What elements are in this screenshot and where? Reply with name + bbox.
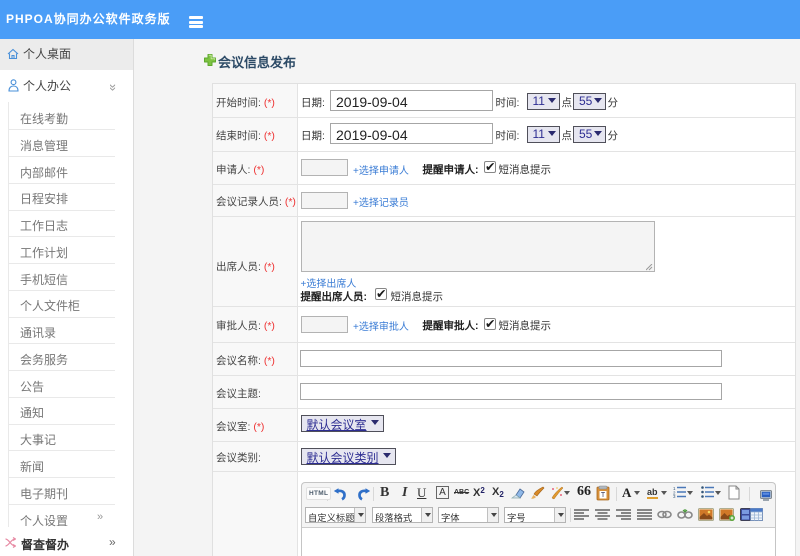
svg-text:3: 3 bbox=[673, 494, 676, 498]
svg-text:T: T bbox=[601, 492, 606, 499]
